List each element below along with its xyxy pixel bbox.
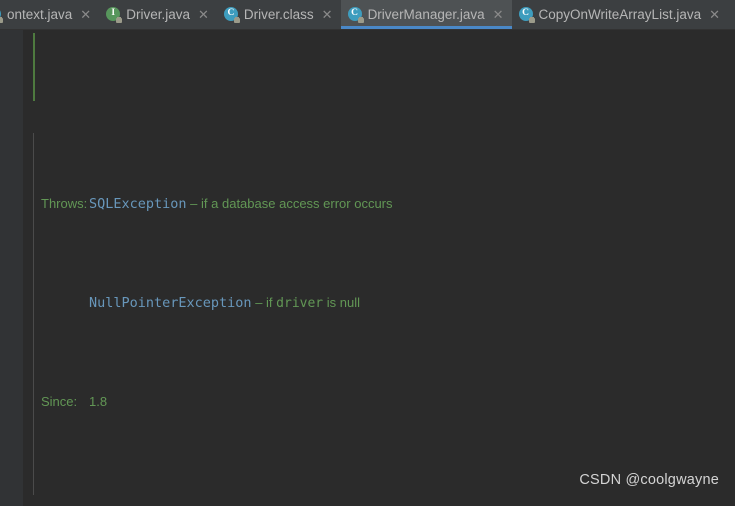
interface-file-icon: I [106, 7, 123, 23]
tab-copyonwritearraylist-java[interactable]: C CopyOnWriteArrayList.java ✕ [512, 0, 728, 29]
javadoc-throws-row-2: NullPointerException – if driver is null [0, 292, 735, 313]
close-icon[interactable]: ✕ [322, 8, 333, 21]
class-file-icon: C [223, 7, 240, 23]
javadoc-throws-row-1: Throws: SQLException – if a database acce… [0, 193, 735, 214]
tab-label: Driver.class [243, 7, 314, 22]
tab-driver-class[interactable]: C Driver.class ✕ [217, 0, 341, 29]
close-icon[interactable]: ✕ [80, 8, 91, 21]
tab-context-java[interactable]: ontext.java ✕ [0, 0, 99, 29]
tab-drivermanager-java[interactable]: C DriverManager.java ✕ [340, 0, 512, 29]
javadoc-dash: – [255, 295, 263, 310]
close-icon[interactable]: ✕ [709, 8, 720, 21]
code-editor[interactable]: Throws: SQLException – if a database acce… [0, 30, 735, 506]
javadoc-description-code: driver [276, 296, 324, 311]
watermark: CSDN @coolgwayne [579, 472, 719, 488]
tab-label: CopyOnWriteArrayList.java [538, 7, 702, 22]
class-file-icon: C [347, 7, 364, 23]
javadoc-description: if [266, 295, 277, 310]
tab-logger[interactable]: Logge [728, 0, 735, 29]
javadoc-description: if a database access error occurs [201, 196, 393, 211]
tab-label: Driver.java [126, 7, 190, 22]
javadoc-since-label: Since: [41, 394, 78, 409]
javadoc-description-tail: is null [323, 295, 360, 310]
active-tab-indicator [340, 26, 512, 29]
class-file-icon: C [518, 7, 535, 23]
tab-label: DriverManager.java [367, 7, 485, 22]
tab-driver-java[interactable]: I Driver.java ✕ [99, 0, 217, 29]
editor-tab-bar[interactable]: ontext.java ✕ I Driver.java ✕ C Driver.c… [0, 0, 735, 30]
javadoc-since-value: 1.8 [89, 394, 108, 409]
tab-label: ontext.java [7, 7, 73, 22]
javadoc-throws-label: Throws: [41, 196, 88, 211]
javadoc-since-row: Since: 1.8 [0, 391, 735, 412]
javadoc-exception[interactable]: NullPointerException [89, 295, 252, 311]
code-content[interactable]: Throws: SQLException – if a database acce… [0, 30, 735, 506]
close-icon[interactable]: ✕ [198, 8, 209, 21]
javadoc-exception[interactable]: SQLException [89, 196, 187, 212]
class-file-icon [0, 7, 3, 23]
javadoc-dash: – [190, 196, 198, 211]
close-icon[interactable]: ✕ [493, 8, 504, 21]
